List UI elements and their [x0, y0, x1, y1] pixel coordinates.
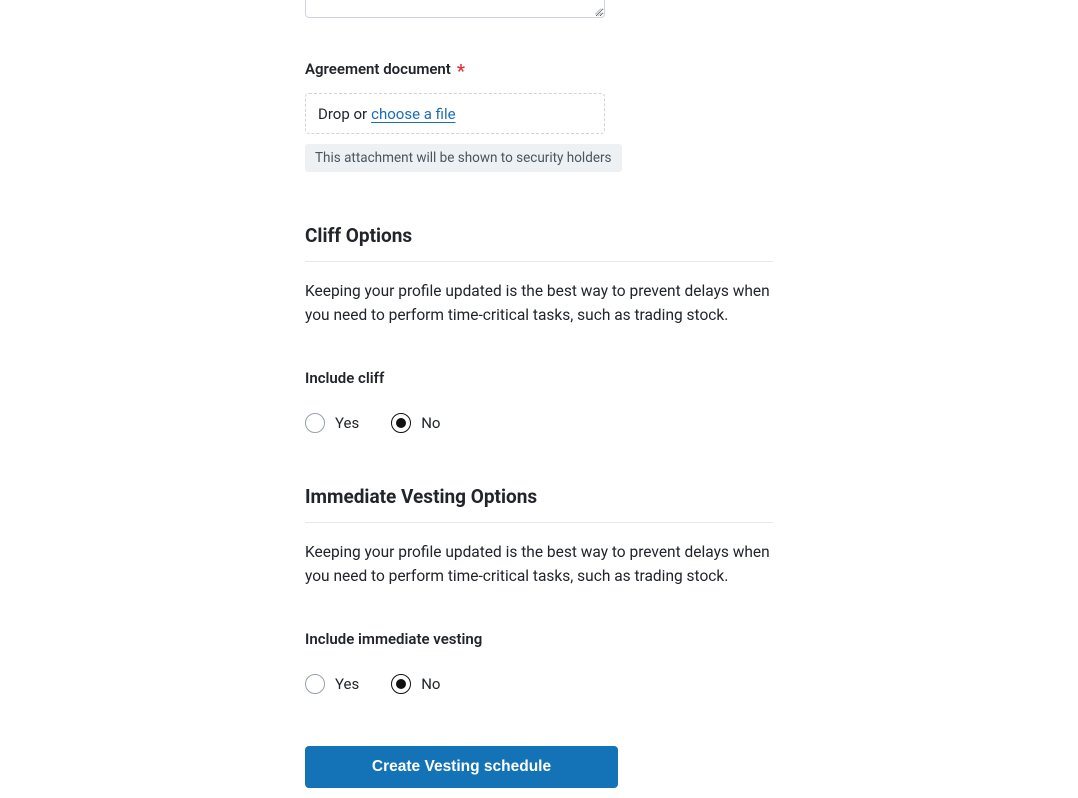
immediate-vesting-section: Immediate Vesting Options Keeping your p… — [305, 485, 773, 694]
include-immediate-label: Include immediate vesting — [305, 630, 773, 648]
dropzone-prefix: Drop or — [318, 105, 367, 123]
include-immediate-no[interactable]: No — [391, 674, 440, 694]
radio-icon — [305, 674, 325, 694]
include-immediate-yes[interactable]: Yes — [305, 674, 359, 694]
radio-label-no: No — [421, 675, 440, 693]
agreement-label-text: Agreement document — [305, 60, 451, 78]
include-cliff-no[interactable]: No — [391, 413, 440, 433]
agreement-dropzone[interactable]: Drop or choose a file — [305, 93, 605, 134]
radio-icon — [391, 674, 411, 694]
cliff-options-section: Cliff Options Keeping your profile updat… — [305, 224, 773, 433]
include-cliff-label: Include cliff — [305, 369, 773, 387]
radio-label-yes: Yes — [335, 675, 359, 693]
submit-button-label: Create Vesting schedule — [372, 758, 551, 776]
include-cliff-yes[interactable]: Yes — [305, 413, 359, 433]
attachment-visibility-note: This attachment will be shown to securit… — [305, 144, 622, 172]
required-asterisk-icon: * — [457, 66, 465, 78]
cliff-options-description: Keeping your profile updated is the best… — [305, 279, 773, 327]
include-immediate-radio-group: Yes No — [305, 674, 773, 694]
include-cliff-radio-group: Yes No — [305, 413, 773, 433]
choose-file-link[interactable]: choose a file — [371, 105, 455, 123]
radio-label-no: No — [421, 414, 440, 432]
radio-icon — [305, 413, 325, 433]
radio-label-yes: Yes — [335, 414, 359, 432]
cliff-options-heading: Cliff Options — [305, 224, 773, 262]
immediate-vesting-description: Keeping your profile updated is the best… — [305, 540, 773, 588]
immediate-vesting-heading: Immediate Vesting Options — [305, 485, 773, 523]
radio-icon — [391, 413, 411, 433]
resize-handle-icon[interactable] — [592, 5, 602, 15]
terms-textarea[interactable]: terms will be displayed in a board conse… — [305, 0, 605, 18]
create-vesting-schedule-button[interactable]: Create Vesting schedule — [305, 746, 618, 788]
agreement-label: Agreement document * — [305, 60, 773, 78]
